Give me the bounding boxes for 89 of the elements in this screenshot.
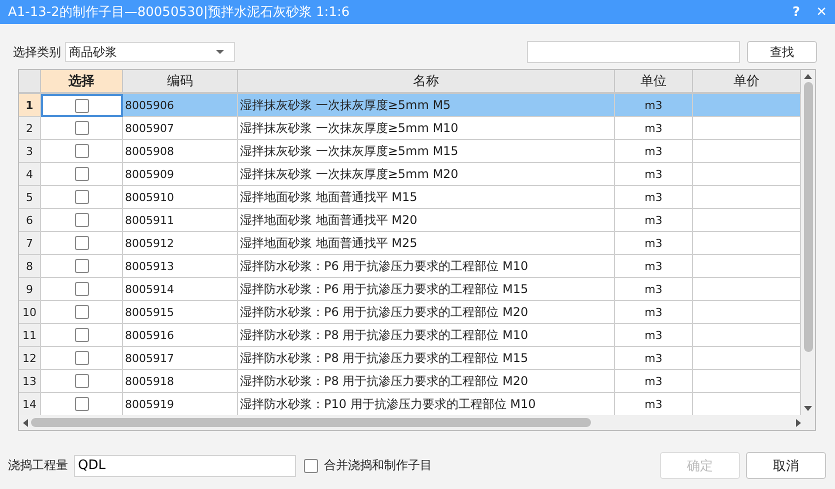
dialog-button[interactable]: 取消 bbox=[746, 452, 826, 479]
table-cell: m3 bbox=[615, 94, 693, 117]
table-cell: 8005908 bbox=[123, 140, 238, 163]
row-number: 14 bbox=[19, 393, 41, 415]
checkbox[interactable] bbox=[74, 374, 88, 388]
table-cell: m3 bbox=[615, 209, 693, 232]
table-cell: 湿拌防水砂浆：P6 用于抗渗压力要求的工程部位 M20 bbox=[238, 301, 615, 324]
horizontal-scrollbar[interactable] bbox=[19, 415, 815, 430]
checkbox[interactable] bbox=[74, 305, 88, 319]
table-cell: m3 bbox=[615, 186, 693, 209]
down-arrow-icon[interactable] bbox=[804, 406, 812, 411]
right-arrow-icon[interactable] bbox=[796, 418, 801, 426]
table-cell: m3 bbox=[615, 347, 693, 370]
up-arrow-icon[interactable] bbox=[804, 74, 812, 79]
checkbox[interactable] bbox=[74, 328, 88, 342]
vertical-scrollbar[interactable] bbox=[801, 70, 815, 415]
table-cell: m3 bbox=[615, 117, 693, 140]
quantity-label: 浇捣工程量 bbox=[8, 457, 68, 474]
table-cell: 湿拌抹灰砂浆 一次抹灰厚度≥5mm M5 bbox=[238, 94, 615, 117]
table-cell: 湿拌抹灰砂浆 一次抹灰厚度≥5mm M10 bbox=[238, 117, 615, 140]
table-cell: m3 bbox=[615, 301, 693, 324]
table-cell: 8005907 bbox=[123, 117, 238, 140]
table-cell: 8005918 bbox=[123, 370, 238, 393]
left-arrow-icon[interactable] bbox=[23, 418, 28, 426]
table-cell: m3 bbox=[615, 324, 693, 347]
search-button[interactable]: 查找 bbox=[747, 41, 817, 63]
row-number: 5 bbox=[19, 186, 41, 209]
quantity-field[interactable]: QDL bbox=[74, 454, 296, 476]
merge-checkbox[interactable] bbox=[304, 458, 318, 472]
table-cell: 8005913 bbox=[123, 255, 238, 278]
table-cell: 8005914 bbox=[123, 278, 238, 301]
table-cell: 8005911 bbox=[123, 209, 238, 232]
row-number: 4 bbox=[19, 163, 41, 186]
column-header[interactable]: 单价 bbox=[693, 70, 801, 94]
checkbox[interactable] bbox=[74, 190, 88, 204]
table-cell: 湿拌抹灰砂浆 一次抹灰厚度≥5mm M20 bbox=[238, 163, 615, 186]
table-cell: m3 bbox=[615, 163, 693, 186]
table-cell: 湿拌地面砂浆 地面普通找平 M15 bbox=[238, 186, 615, 209]
table-cell: m3 bbox=[615, 232, 693, 255]
table-cell: 8005915 bbox=[123, 301, 238, 324]
row-number: 3 bbox=[19, 140, 41, 163]
table-cell: 8005910 bbox=[123, 186, 238, 209]
table-cell: m3 bbox=[615, 370, 693, 393]
column-header[interactable]: 选择 bbox=[41, 70, 123, 94]
table-cell: 8005916 bbox=[123, 324, 238, 347]
checkbox[interactable] bbox=[74, 144, 88, 158]
table-cell: 湿拌防水砂浆：P8 用于抗渗压力要求的工程部位 M15 bbox=[238, 347, 615, 370]
window-title: A1-13-2的制作子目—80050530|预拌水泥石灰砂浆 1:1:6 bbox=[8, 4, 351, 21]
checkbox[interactable] bbox=[74, 121, 88, 135]
table-cell: 8005906 bbox=[123, 94, 238, 117]
table-cell: 湿拌地面砂浆 地面普通找平 M20 bbox=[238, 209, 615, 232]
table-cell: 湿拌防水砂浆：P6 用于抗渗压力要求的工程部位 M10 bbox=[238, 255, 615, 278]
row-number: 2 bbox=[19, 117, 41, 140]
search-field[interactable] bbox=[527, 41, 740, 63]
checkbox[interactable] bbox=[74, 259, 88, 273]
checkbox[interactable] bbox=[74, 236, 88, 250]
row-number: 10 bbox=[19, 301, 41, 324]
table-cell: 8005917 bbox=[123, 347, 238, 370]
merge-label: 合并浇捣和制作子目 bbox=[324, 457, 432, 474]
column-header[interactable]: 单位 bbox=[615, 70, 693, 94]
row-number: 11 bbox=[19, 324, 41, 347]
row-number: 8 bbox=[19, 255, 41, 278]
checkbox[interactable] bbox=[74, 397, 88, 411]
table-cell: m3 bbox=[615, 278, 693, 301]
checkbox[interactable] bbox=[74, 351, 88, 365]
row-number: 12 bbox=[19, 347, 41, 370]
table-cell: 8005909 bbox=[123, 163, 238, 186]
row-number: 6 bbox=[19, 209, 41, 232]
caret-icon bbox=[216, 50, 224, 54]
checkbox[interactable] bbox=[74, 167, 88, 181]
table-cell: 8005912 bbox=[123, 232, 238, 255]
checkbox[interactable] bbox=[74, 213, 88, 227]
checkbox[interactable] bbox=[74, 282, 88, 296]
table-cell: 湿拌地面砂浆 地面普通找平 M25 bbox=[238, 232, 615, 255]
row-number: 9 bbox=[19, 278, 41, 301]
category-dropdown[interactable]: 商品砂浆 bbox=[65, 42, 235, 62]
row-number: 13 bbox=[19, 370, 41, 393]
column-header[interactable]: 编码 bbox=[123, 70, 238, 94]
table-cell: 湿拌防水砂浆：P8 用于抗渗压力要求的工程部位 M10 bbox=[238, 324, 615, 347]
table-cell: m3 bbox=[615, 255, 693, 278]
checkbox[interactable] bbox=[75, 98, 89, 112]
table-cell: 湿拌防水砂浆：P6 用于抗渗压力要求的工程部位 M15 bbox=[238, 278, 615, 301]
table-cell: 湿拌防水砂浆：P8 用于抗渗压力要求的工程部位 M20 bbox=[238, 370, 615, 393]
column-header[interactable]: 名称 bbox=[238, 70, 615, 94]
row-number: 1 bbox=[19, 94, 41, 117]
category-label: 选择类别 bbox=[13, 44, 61, 60]
row-number: 7 bbox=[19, 232, 41, 255]
table-cell: m3 bbox=[615, 140, 693, 163]
table-cell: 湿拌抹灰砂浆 一次抹灰厚度≥5mm M15 bbox=[238, 140, 615, 163]
